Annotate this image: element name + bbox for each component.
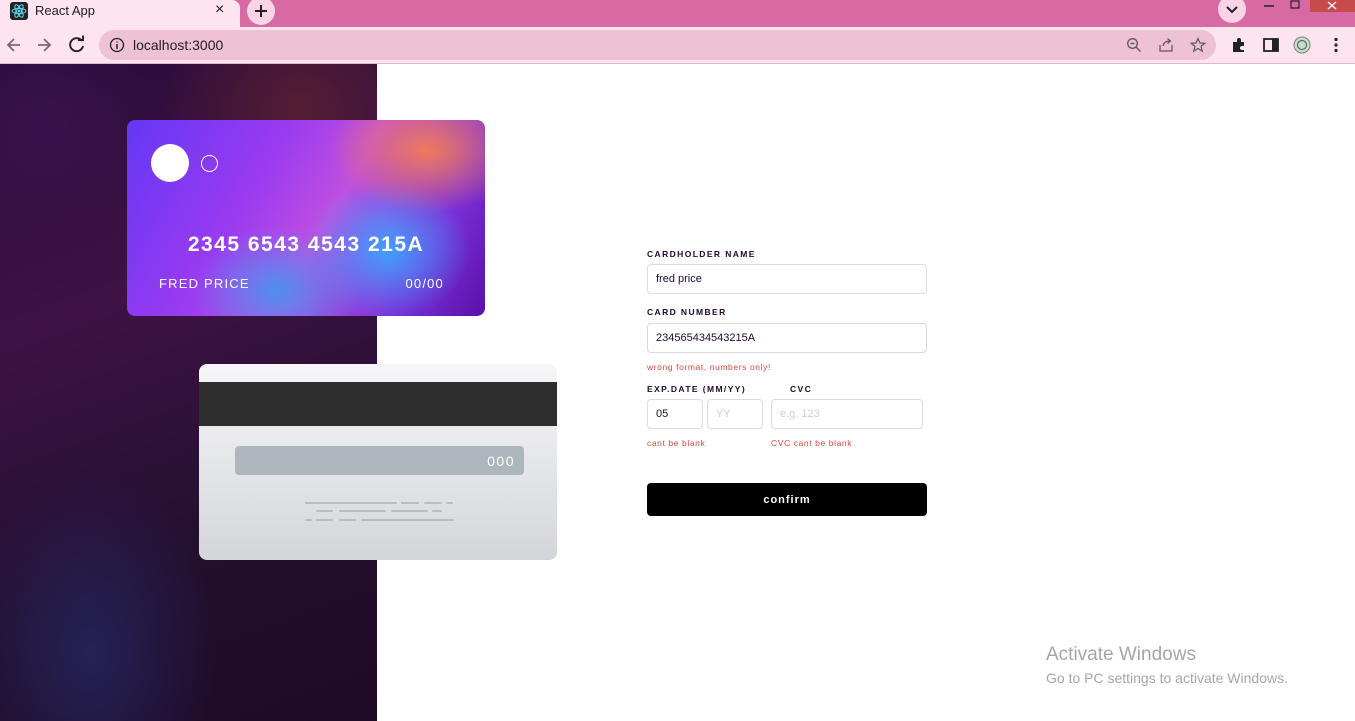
close-icon	[1327, 1, 1337, 10]
share-icon[interactable]	[1158, 37, 1174, 53]
card-logo-circle-small	[201, 155, 218, 172]
tab-close-icon[interactable]: ×	[215, 1, 224, 19]
card-cvc-display: 000	[487, 453, 515, 469]
cvc-label: CVC	[790, 384, 813, 394]
cvc-error: CVC cant be blank	[771, 438, 853, 448]
page-content: 2345 6543 4543 215A FRED PRICE 00/00 000…	[0, 64, 1355, 721]
card-number-error: wrong format, numbers only!	[647, 362, 771, 372]
activate-windows-subtitle: Go to PC settings to activate Windows.	[1046, 670, 1288, 686]
browser-tab[interactable]: React App ×	[0, 0, 240, 27]
zoom-icon[interactable]	[1126, 37, 1142, 53]
menu-dots-icon[interactable]	[1327, 36, 1345, 54]
card-front: 2345 6543 4543 215A FRED PRICE 00/00	[127, 120, 485, 316]
side-panel-icon[interactable]	[1262, 36, 1280, 54]
forward-arrow-icon[interactable]	[34, 35, 54, 55]
bookmark-star-icon[interactable]	[1190, 37, 1206, 53]
card-back: 000	[199, 364, 557, 560]
chevron-down-icon	[1226, 6, 1238, 14]
tab-search-button[interactable]	[1218, 0, 1246, 23]
card-number-input[interactable]	[647, 323, 927, 353]
react-logo-icon	[10, 2, 28, 20]
exp-month-input[interactable]	[647, 399, 703, 429]
restore-icon[interactable]	[1288, 0, 1302, 12]
browser-tabstrip: React App ×	[0, 0, 1355, 27]
exp-year-input[interactable]	[707, 399, 763, 429]
browser-toolbar: localhost:3000	[0, 27, 1355, 64]
window-close-button[interactable]	[1310, 0, 1355, 12]
magnetic-stripe	[199, 382, 557, 426]
cardholder-name-input[interactable]	[647, 264, 927, 294]
confirm-button[interactable]: confirm	[647, 483, 927, 516]
exp-date-label: EXP.DATE (MM/YY)	[647, 384, 747, 394]
profile-avatar-icon[interactable]	[1293, 36, 1311, 54]
activate-windows-title: Activate Windows	[1046, 644, 1196, 665]
card-number-display: 2345 6543 4543 215A	[187, 233, 425, 256]
cardholder-name-label: CARDHOLDER NAME	[647, 249, 756, 259]
new-tab-button[interactable]	[247, 0, 275, 25]
card-logo-circle-large	[151, 144, 189, 182]
reload-icon[interactable]	[67, 35, 87, 55]
address-bar[interactable]: localhost:3000	[99, 30, 1216, 60]
info-icon[interactable]	[109, 37, 125, 53]
exp-date-error: cant be blank	[647, 438, 706, 448]
cvc-input[interactable]	[771, 399, 923, 429]
tab-title: React App	[35, 3, 95, 18]
card-expiry-display: 00/00	[405, 276, 444, 291]
signature-strip: 000	[235, 446, 524, 475]
plus-icon	[255, 5, 267, 17]
url-text: localhost:3000	[133, 37, 224, 53]
card-number-label: CARD NUMBER	[647, 307, 727, 317]
extensions-puzzle-icon[interactable]	[1230, 36, 1248, 54]
minimize-icon[interactable]	[1262, 0, 1276, 12]
back-arrow-icon[interactable]	[4, 35, 24, 55]
card-holder-display: FRED PRICE	[159, 276, 250, 291]
